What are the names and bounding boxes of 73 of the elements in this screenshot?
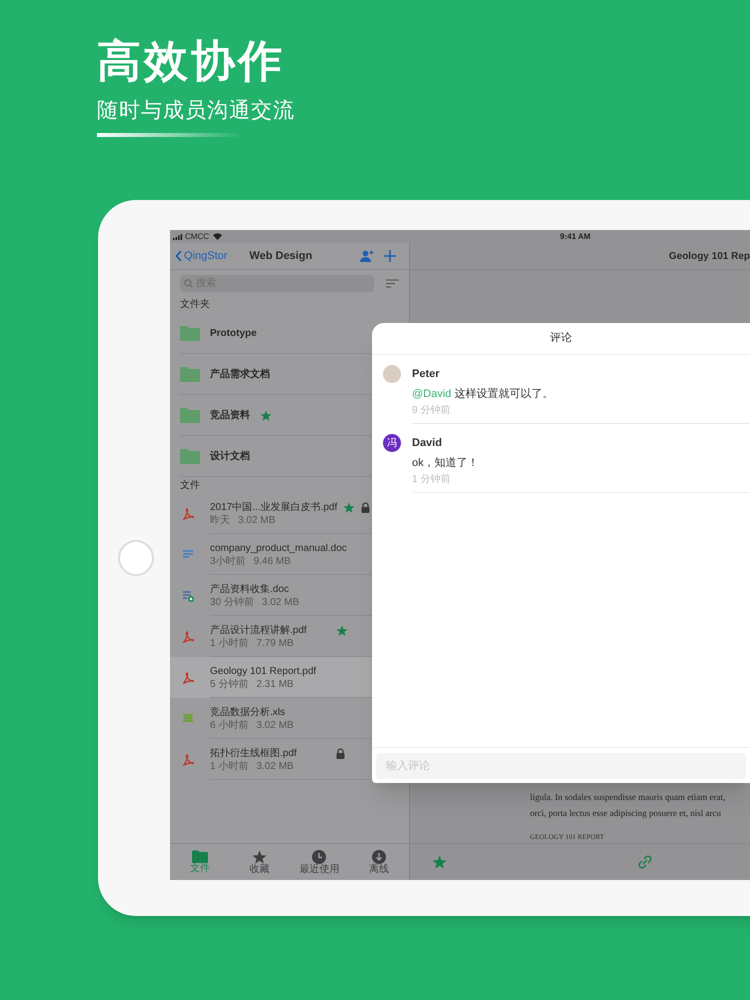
file-size: 3.02 MB xyxy=(256,760,294,772)
section-header: 文件 xyxy=(179,478,201,492)
clock-icon xyxy=(312,850,326,864)
comment-text: @David 这样设置就可以了。 xyxy=(412,387,554,401)
status-time: 9:41 AM xyxy=(560,232,590,240)
section-header: 文件夹 xyxy=(179,298,211,312)
file-time: 昨天 xyxy=(210,514,230,526)
file-name: Geology 101 Report.pdf xyxy=(210,664,318,678)
file-name: 拓扑衍生线框图.pdf xyxy=(210,746,298,760)
avatar xyxy=(383,365,401,383)
comment-time: 1 分钟前 xyxy=(412,474,452,486)
download-icon xyxy=(372,850,386,864)
folder-icon xyxy=(180,448,200,464)
file-size: 3.02 MB xyxy=(262,596,300,608)
folder-icon xyxy=(180,325,200,341)
star-icon xyxy=(432,855,447,869)
pdf-file-icon xyxy=(182,672,194,684)
sort-icon xyxy=(386,278,399,288)
file-name: 竞品数据分析.xls xyxy=(210,706,286,720)
tab-item[interactable]: 收藏 xyxy=(230,844,290,880)
file-name: 2017中国...业发展白皮书.pdf xyxy=(210,500,338,514)
pdf-file-icon xyxy=(182,754,194,766)
document-text-line: orci, porta lectus esse adipiscing posuere et, nisl arcu xyxy=(530,807,722,820)
home-button[interactable] xyxy=(118,540,154,576)
text-file-icon xyxy=(182,548,194,560)
document-text-line: ligula. In sodales suspendisse mauris quam etiam erat, xyxy=(530,791,726,804)
star-icon xyxy=(252,850,268,864)
avatar: 冯 xyxy=(383,434,401,452)
file-size: 7.79 MB xyxy=(256,638,294,650)
comment-author: Peter xyxy=(412,367,441,381)
folder-icon xyxy=(180,407,200,423)
tab-item[interactable]: 离线 xyxy=(349,844,409,880)
file-sync-icon xyxy=(182,590,194,602)
favorite-button[interactable] xyxy=(432,855,447,869)
panel-title: 评论 xyxy=(372,323,750,355)
file-time: 6 小时前 xyxy=(210,720,248,732)
signal-icon xyxy=(173,234,183,240)
spreadsheet-icon xyxy=(182,712,194,724)
file-size: 9.46 MB xyxy=(254,556,291,568)
file-time: 3小时前 xyxy=(210,556,246,568)
file-name: 产品设计流程讲解.pdf xyxy=(210,624,308,638)
search-icon xyxy=(184,278,193,288)
sort-button[interactable] xyxy=(386,278,399,288)
file-size: 3.02 MB xyxy=(238,514,276,526)
file-name: company_product_manual.doc xyxy=(210,542,347,556)
tab-item[interactable]: 最近使用 xyxy=(290,844,350,880)
add-member-button[interactable] xyxy=(360,250,374,262)
file-time: 5 分钟前 xyxy=(210,678,248,690)
plus-icon xyxy=(384,250,396,262)
file-name: 产品资料收集.doc xyxy=(210,582,290,596)
file-time: 1 小时前 xyxy=(210,638,248,650)
carrier-name: CMCC xyxy=(185,230,209,242)
comment-time: 9 分钟前 xyxy=(412,405,452,417)
headline: 高效协作 xyxy=(97,40,285,84)
nav-title: Web Design xyxy=(249,248,312,264)
pdf-file-icon xyxy=(182,508,194,520)
comment-text: ok，知道了！ xyxy=(412,456,480,470)
subtitle: 随时与成员沟通交流 xyxy=(97,100,295,121)
link-icon xyxy=(638,855,652,869)
folder-icon xyxy=(180,366,200,382)
add-button[interactable] xyxy=(384,250,396,262)
wifi-icon xyxy=(213,233,222,240)
comment-author: David xyxy=(412,436,443,450)
file-time: 30 分钟前 xyxy=(210,596,254,608)
link-button[interactable] xyxy=(638,855,652,869)
file-size: 3.02 MB xyxy=(256,720,294,732)
file-size: 2.31 MB xyxy=(256,678,294,690)
chevron-left-icon xyxy=(175,250,182,262)
person-plus-icon xyxy=(360,250,374,262)
document-title: Geology 101 Rep xyxy=(668,250,750,264)
folder-icon xyxy=(192,850,208,863)
file-time: 1 小时前 xyxy=(210,760,248,772)
pdf-file-icon xyxy=(182,630,194,642)
